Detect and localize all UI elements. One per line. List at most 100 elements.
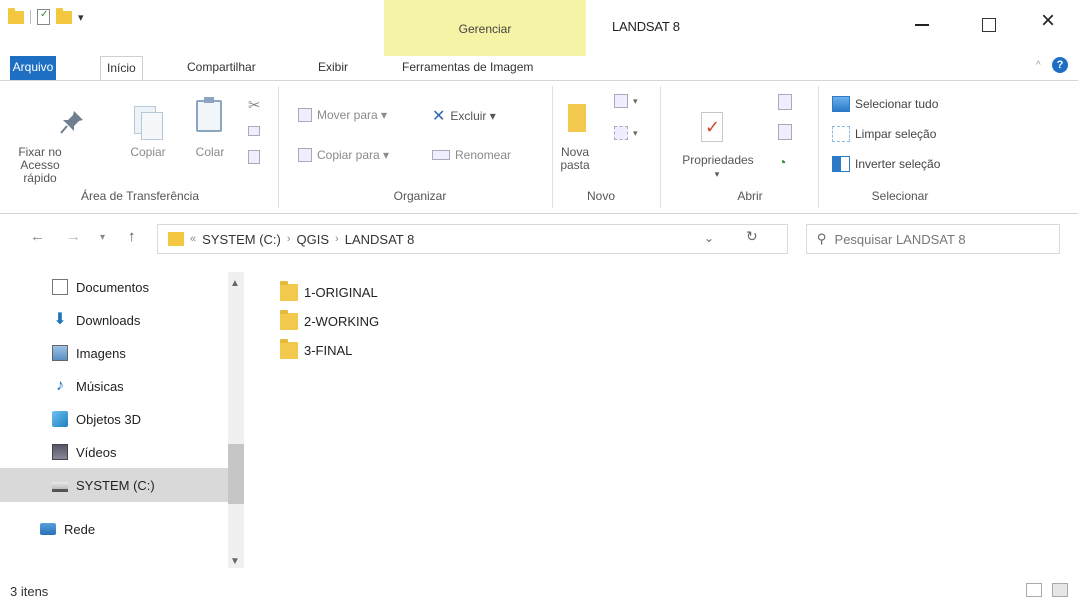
pictures-icon: [52, 345, 68, 361]
copy-to-icon: [298, 148, 312, 162]
breadcrumb-item[interactable]: LANDSAT 8: [345, 232, 415, 247]
scroll-up-icon[interactable]: ▲: [230, 278, 240, 289]
address-dropdown-icon[interactable]: ⌄: [704, 231, 714, 245]
new-folder-qat-icon[interactable]: [56, 7, 72, 24]
breadcrumb-item[interactable]: SYSTEM (C:): [202, 232, 281, 247]
file-name: 3-FINAL: [304, 342, 353, 358]
delete-label: Excluir ▾: [450, 109, 496, 123]
paste-shortcut-icon[interactable]: [248, 150, 260, 164]
up-icon[interactable]: ↑: [128, 228, 136, 245]
tab-picture-tools[interactable]: Ferramentas de Imagem: [396, 56, 539, 80]
tab-file[interactable]: Arquivo: [10, 56, 56, 80]
refresh-icon[interactable]: ↻: [746, 228, 758, 245]
open-icon: [778, 94, 792, 110]
file-name: 2-WORKING: [304, 313, 380, 329]
recent-locations-icon[interactable]: ▾: [100, 232, 105, 243]
invert-selection-button[interactable]: Inverter seleção: [832, 156, 940, 172]
drive-icon: [52, 482, 68, 492]
open-button[interactable]: [778, 94, 792, 110]
rename-icon: [432, 150, 450, 160]
select-all-icon: [832, 96, 850, 112]
customize-qat-icon[interactable]: ▾: [78, 11, 84, 24]
search-icon: ⚲: [817, 231, 827, 246]
chevron-right-icon[interactable]: ›: [335, 233, 339, 245]
paste-icon: [196, 97, 222, 132]
nav-scrollbar[interactable]: [228, 272, 244, 568]
videos-icon: [52, 444, 68, 460]
new-item-button[interactable]: ▾: [614, 94, 638, 108]
search-placeholder: Pesquisar LANDSAT 8: [834, 231, 966, 247]
details-view-icon[interactable]: [1026, 583, 1042, 597]
maximize-button[interactable]: [969, 14, 1009, 36]
ribbon-tabs: Arquivo Início Compartilhar Exibir Ferra…: [0, 56, 1078, 80]
help-icon[interactable]: ?: [1052, 57, 1068, 73]
copy-to-button[interactable]: Copiar para ▾: [298, 148, 389, 162]
history-icon[interactable]: ◔: [778, 154, 786, 170]
folder-icon: [280, 280, 298, 301]
nav-item-music[interactable]: ♪ Músicas: [52, 375, 124, 397]
folder-icon: [168, 232, 184, 246]
move-to-button[interactable]: Mover para ▾: [298, 108, 387, 122]
new-folder-button[interactable]: Nova pasta: [553, 146, 597, 172]
move-to-icon: [298, 108, 312, 122]
copy-path-icon[interactable]: [248, 126, 260, 136]
tab-view[interactable]: Exibir: [312, 56, 354, 80]
nav-item-network[interactable]: Rede: [40, 518, 95, 540]
breadcrumb-item[interactable]: QGIS: [297, 232, 330, 247]
close-button[interactable]: ×: [1028, 7, 1068, 34]
back-icon[interactable]: ←: [30, 228, 45, 245]
properties-dropdown-icon[interactable]: ▾: [707, 168, 727, 181]
large-icons-view-icon[interactable]: [1052, 583, 1068, 597]
folder-icon: [280, 338, 298, 359]
copy-button[interactable]: Copiar: [128, 146, 168, 159]
network-icon: [40, 523, 56, 535]
copy-icon: [134, 106, 163, 140]
documents-icon: [52, 279, 68, 295]
nav-item-pictures[interactable]: Imagens: [52, 342, 126, 364]
easy-access-button[interactable]: ▾: [614, 126, 638, 140]
qat-separator: [30, 10, 31, 24]
file-item[interactable]: 2-WORKING: [280, 309, 380, 331]
file-item[interactable]: 1-ORIGINAL: [280, 280, 378, 302]
nav-item-3d-objects[interactable]: Objetos 3D: [52, 408, 141, 430]
manage-tab-label[interactable]: Gerenciar: [384, 22, 586, 36]
scroll-down-icon[interactable]: ▼: [230, 556, 240, 567]
nav-scrollbar-thumb[interactable]: [228, 444, 244, 504]
collapse-ribbon-icon[interactable]: ^: [1036, 60, 1041, 71]
delete-button[interactable]: ✕ Excluir ▾: [432, 106, 496, 126]
folder-icon[interactable]: [8, 7, 24, 24]
forward-icon[interactable]: →: [66, 228, 81, 245]
file-item[interactable]: 3-FINAL: [280, 338, 353, 360]
tab-home[interactable]: Início: [100, 56, 143, 80]
tab-share[interactable]: Compartilhar: [181, 56, 262, 80]
quick-access-toolbar: ▾: [8, 7, 84, 25]
select-all-button[interactable]: Selecionar tudo: [832, 96, 938, 112]
select-group-label: Selecionar: [871, 189, 929, 203]
nav-item-downloads[interactable]: ⬇ Downloads: [52, 309, 140, 331]
move-to-label: Mover para ▾: [317, 108, 388, 122]
new-group-label: Novo: [586, 189, 615, 203]
properties-button[interactable]: Propriedades: [668, 154, 768, 167]
properties-icon: [701, 112, 723, 142]
search-box[interactable]: ⚲ Pesquisar LANDSAT 8: [806, 224, 1060, 254]
nav-item-system-drive[interactable]: SYSTEM (C:): [0, 468, 228, 502]
group-divider: [818, 86, 819, 208]
chevron-right-icon[interactable]: ›: [287, 233, 291, 245]
edit-button[interactable]: [778, 124, 792, 140]
properties-qat-icon[interactable]: [37, 9, 50, 25]
paste-button[interactable]: Colar: [190, 146, 230, 159]
cut-icon[interactable]: ✂: [248, 96, 261, 114]
nav-item-documents[interactable]: Documentos: [52, 276, 149, 298]
folder-icon: [280, 309, 298, 330]
nav-item-label: Rede: [64, 521, 96, 537]
breadcrumb-overflow[interactable]: «: [190, 233, 196, 245]
invert-selection-icon: [832, 156, 850, 172]
pin-quick-access-button[interactable]: Fixar no Acesso rápido: [10, 146, 70, 185]
copy-to-label: Copiar para ▾: [317, 148, 390, 162]
minimize-button[interactable]: [902, 14, 942, 36]
clear-selection-button[interactable]: Limpar seleção: [832, 126, 936, 142]
nav-item-videos[interactable]: Vídeos: [52, 441, 116, 463]
clear-selection-icon: [832, 126, 850, 142]
address-bar[interactable]: « SYSTEM (C:) › QGIS › LANDSAT 8: [157, 224, 788, 254]
rename-button[interactable]: Renomear: [432, 148, 511, 162]
